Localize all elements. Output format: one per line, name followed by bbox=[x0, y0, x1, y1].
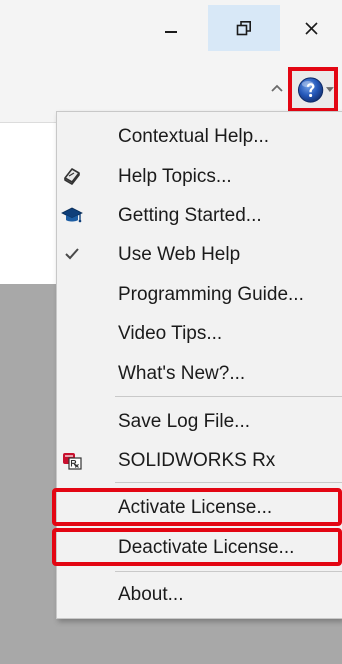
menu-item-label: Video Tips... bbox=[118, 322, 223, 344]
menu-separator bbox=[115, 571, 342, 572]
menu-item-use-web-help[interactable]: Use Web Help bbox=[57, 235, 342, 273]
window-titlebar bbox=[0, 0, 342, 56]
menu-item-contextual-help[interactable]: Contextual Help... bbox=[57, 117, 342, 155]
menu-separator bbox=[115, 396, 342, 397]
close-button[interactable] bbox=[281, 5, 342, 51]
minimize-icon bbox=[165, 31, 177, 33]
menu-item-deactivate-license[interactable]: Deactivate License... bbox=[52, 528, 342, 566]
close-icon bbox=[305, 21, 318, 35]
menu-item-activate-license[interactable]: Activate License... bbox=[52, 488, 342, 526]
menu-item-save-log-file[interactable]: Save Log File... bbox=[57, 402, 342, 440]
menu-item-help-topics[interactable]: Help Topics... bbox=[57, 157, 342, 195]
menu-item-whats-new[interactable]: What's New?... bbox=[57, 354, 342, 392]
help-menu-button[interactable] bbox=[288, 67, 338, 112]
menu-item-label: Deactivate License... bbox=[118, 536, 295, 558]
menu-item-label: Activate License... bbox=[118, 496, 273, 518]
chevron-up-icon[interactable] bbox=[269, 80, 285, 96]
graduation-cap-icon bbox=[61, 204, 83, 226]
checkmark-icon bbox=[61, 243, 83, 265]
restore-icon bbox=[236, 21, 251, 36]
restore-button[interactable] bbox=[208, 5, 280, 51]
menu-separator bbox=[115, 482, 342, 483]
menu-item-video-tips[interactable]: Video Tips... bbox=[57, 314, 342, 352]
menu-item-label: Save Log File... bbox=[118, 410, 251, 432]
menu-item-label: Contextual Help... bbox=[118, 125, 270, 147]
minimize-button[interactable] bbox=[136, 5, 206, 51]
menu-item-label: Help Topics... bbox=[118, 165, 232, 187]
menu-item-programming-guide[interactable]: Programming Guide... bbox=[57, 275, 342, 313]
menu-item-getting-started[interactable]: Getting Started... bbox=[57, 196, 342, 234]
menu-item-solidworks-rx[interactable]: SOLIDWORKS Rx bbox=[57, 441, 342, 479]
menu-item-about[interactable]: About... bbox=[57, 575, 342, 613]
caret-down-icon bbox=[326, 86, 334, 92]
menu-item-label: About... bbox=[118, 583, 184, 605]
menu-item-label: Getting Started... bbox=[118, 204, 262, 226]
menu-item-label: SOLIDWORKS Rx bbox=[118, 449, 276, 471]
menu-item-label: Use Web Help bbox=[118, 243, 241, 265]
help-question-icon bbox=[297, 76, 324, 103]
help-book-icon bbox=[61, 165, 83, 187]
help-dropdown-menu: Contextual Help... Help Topics... Gettin… bbox=[52, 111, 342, 619]
menu-item-label: What's New?... bbox=[118, 362, 246, 384]
solidworks-rx-icon bbox=[61, 449, 83, 471]
menu-item-label: Programming Guide... bbox=[118, 283, 304, 305]
